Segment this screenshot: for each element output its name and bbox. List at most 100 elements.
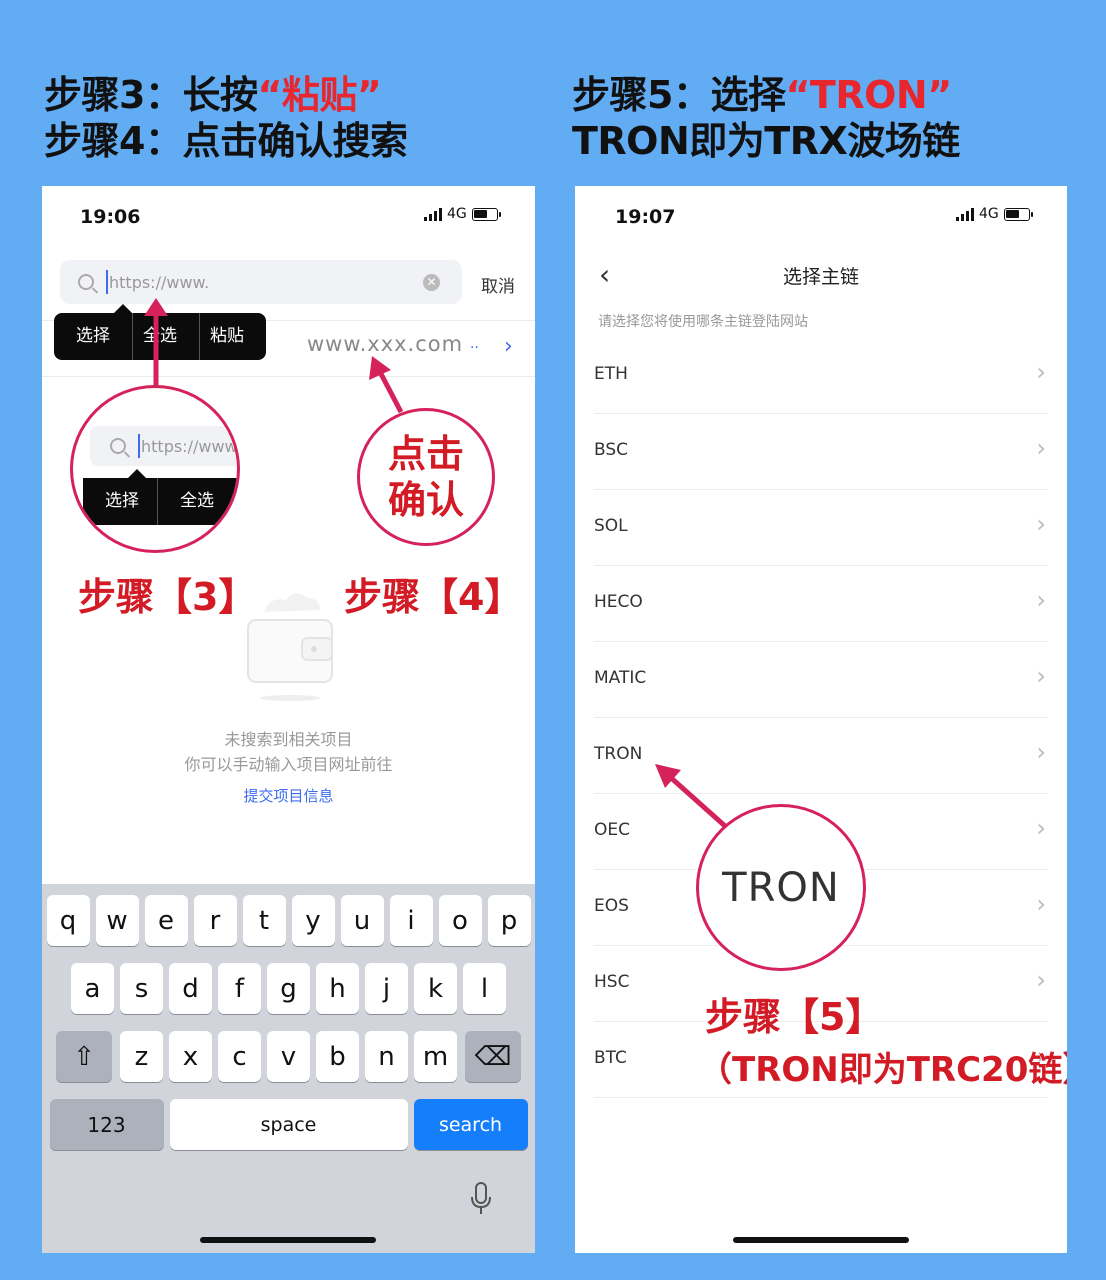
chain-name: SOL <box>594 516 628 536</box>
chevron-right-icon: › <box>1036 510 1046 538</box>
chain-name: BTC <box>594 1048 627 1068</box>
step3-label: 步骤【3】 <box>78 575 257 619</box>
status-indicators: 4G <box>956 206 1033 222</box>
tron-callout: TRON <box>696 804 866 971</box>
right-heading: 步骤5：选择“TRON” TRON即为TRX波场链 <box>572 72 960 164</box>
space-key[interactable]: space <box>169 1099 408 1150</box>
key-h[interactable]: h <box>316 963 359 1014</box>
right-heading-line1: 步骤5：选择 <box>572 73 786 117</box>
arrow-up-left-icon <box>369 356 404 414</box>
keyboard-row-2: a s d f g h j k l <box>42 963 535 1014</box>
zoomed-search-bar: https://www <box>90 426 238 466</box>
chevron-right-icon: › <box>1036 662 1046 690</box>
left-heading: 步骤3：长按“粘贴” 步骤4：点击确认搜索 <box>44 72 408 164</box>
confirm-callout: 点击 确认 <box>357 408 495 546</box>
key-x[interactable]: x <box>169 1031 212 1082</box>
search-icon <box>78 274 94 290</box>
submit-project-link[interactable]: 提交项目信息 <box>42 785 535 806</box>
keyboard-row-4: 123 space search <box>42 1099 535 1150</box>
right-phone-screen: 19:07 4G ‹ 选择主链 请选择您将使用哪条主链登陆网站 ETH › BSC ›… <box>575 186 1067 1253</box>
chevron-right-icon: › <box>1036 586 1046 614</box>
callout-line1: 点击 <box>387 432 464 476</box>
key-i[interactable]: i <box>389 895 433 946</box>
key-u[interactable]: u <box>340 895 384 946</box>
key-v[interactable]: v <box>267 1031 310 1082</box>
key-l[interactable]: l <box>463 963 506 1014</box>
chain-item-bsc[interactable]: BSC › <box>594 414 1048 490</box>
keyboard-row-1: q w e r t y u i o p <box>42 895 535 946</box>
callout-line2: 确认 <box>387 478 464 522</box>
numbers-key[interactable]: 123 <box>49 1099 164 1150</box>
key-w[interactable]: w <box>95 895 139 946</box>
url-suggestion[interactable]: www.xxx.com <box>307 332 463 356</box>
home-indicator <box>200 1237 376 1243</box>
key-a[interactable]: a <box>71 963 114 1014</box>
cancel-button[interactable]: 取消 <box>481 272 515 297</box>
zoomed-context-menu: 选择 全选 <box>83 469 237 525</box>
zoom-magnifier: https://www 选择 全选 <box>70 385 240 553</box>
network-label: 4G <box>447 206 467 222</box>
key-p[interactable]: p <box>487 895 531 946</box>
text-cursor <box>106 270 108 294</box>
key-t[interactable]: t <box>242 895 286 946</box>
key-f[interactable]: f <box>218 963 261 1014</box>
key-c[interactable]: c <box>218 1031 261 1082</box>
battery-icon <box>1003 207 1033 221</box>
chain-name: HSC <box>594 972 630 992</box>
chevron-right-icon: › <box>1036 434 1046 462</box>
signal-icon <box>424 207 442 221</box>
zoomed-search-value: https://www <box>141 436 238 456</box>
text-cursor <box>138 434 140 458</box>
delete-key[interactable]: ⌫ <box>465 1031 521 1082</box>
key-e[interactable]: e <box>144 895 188 946</box>
right-heading-line2: TRON即为TRX波场链 <box>572 119 960 163</box>
search-input[interactable]: https://www. ✕ <box>60 260 462 304</box>
zoomed-menu-select-all: 全选 <box>180 491 214 511</box>
key-m[interactable]: m <box>414 1031 457 1082</box>
chain-item-eth[interactable]: ETH › <box>594 338 1048 414</box>
shift-key[interactable]: ⇧ <box>56 1031 112 1082</box>
chain-name: MATIC <box>594 668 647 688</box>
zoomed-menu-select: 选择 <box>83 478 158 525</box>
key-o[interactable]: o <box>438 895 482 946</box>
left-phone-screen: 19:06 4G https://www. ✕ 取消 www.xxx.com .… <box>42 186 535 1253</box>
microphone-icon[interactable] <box>470 1182 492 1216</box>
key-b[interactable]: b <box>316 1031 359 1082</box>
chain-item-matic[interactable]: MATIC › <box>594 642 1048 718</box>
left-heading-line1: 步骤3：长按 <box>44 73 258 117</box>
battery-icon <box>471 207 501 221</box>
chevron-right-icon: › <box>1036 738 1046 766</box>
chevron-right-icon: › <box>1036 966 1046 994</box>
key-s[interactable]: s <box>120 963 163 1014</box>
chevron-right-icon[interactable]: › <box>504 334 513 359</box>
key-q[interactable]: q <box>46 895 90 946</box>
search-input-value: https://www. <box>109 272 210 292</box>
key-y[interactable]: y <box>291 895 335 946</box>
chain-name: HECO <box>594 592 643 612</box>
key-g[interactable]: g <box>267 963 310 1014</box>
arrow-up-left-icon <box>655 764 727 828</box>
clear-icon[interactable]: ✕ <box>423 274 440 291</box>
status-indicators: 4G <box>424 206 501 222</box>
key-d[interactable]: d <box>169 963 212 1014</box>
menu-item-paste[interactable]: 粘贴 <box>200 313 254 360</box>
url-more: .. <box>470 336 479 352</box>
key-r[interactable]: r <box>193 895 237 946</box>
right-heading-highlight: “TRON” <box>785 73 952 117</box>
chain-name: EOS <box>594 896 629 916</box>
network-label: 4G <box>979 206 999 222</box>
step5-label: 步骤【5】 <box>705 995 884 1039</box>
chain-item-heco[interactable]: HECO › <box>594 566 1048 642</box>
chain-name: BSC <box>594 440 629 460</box>
chain-item-sol[interactable]: SOL › <box>594 490 1048 566</box>
key-n[interactable]: n <box>365 1031 408 1082</box>
signal-icon <box>956 207 974 221</box>
chevron-right-icon: › <box>1036 814 1046 842</box>
page-subtitle: 请选择您将使用哪条主链登陆网站 <box>598 314 808 330</box>
key-z[interactable]: z <box>120 1031 163 1082</box>
chevron-right-icon: › <box>1036 358 1046 386</box>
key-j[interactable]: j <box>365 963 408 1014</box>
key-k[interactable]: k <box>414 963 457 1014</box>
search-key[interactable]: search <box>413 1099 528 1150</box>
menu-item-select[interactable]: 选择 <box>66 313 133 360</box>
